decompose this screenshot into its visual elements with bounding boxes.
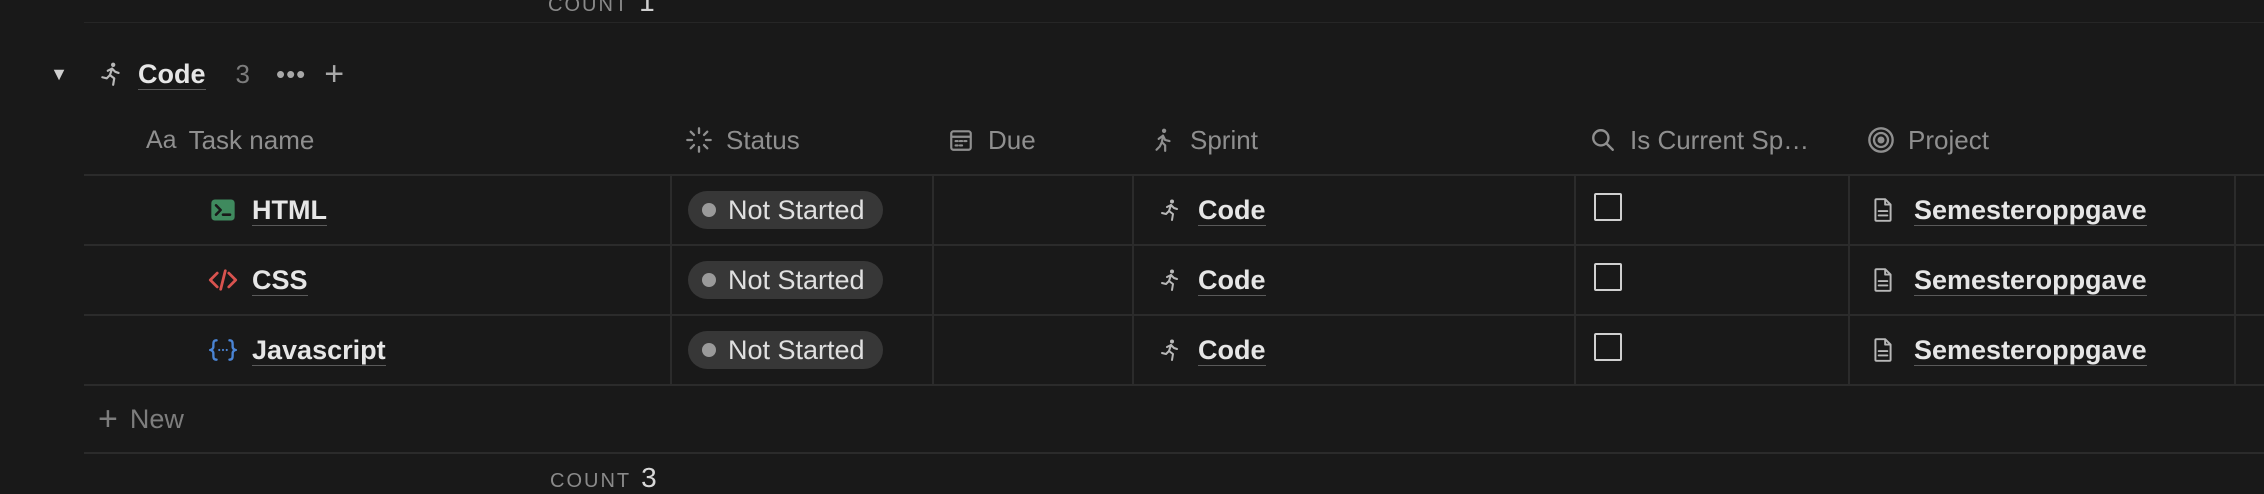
- status-dot: [702, 343, 716, 357]
- task-table: Aa Task name Status Due Sprint Is Curren…: [84, 106, 2264, 454]
- overflow-cell: [2236, 316, 2264, 384]
- runner-icon: [1148, 125, 1178, 155]
- runner-icon: [1156, 196, 1184, 224]
- collapse-toggle-icon[interactable]: ▼: [48, 63, 70, 85]
- calendar-icon: [946, 125, 976, 155]
- is-current-sprint-cell[interactable]: [1576, 316, 1850, 384]
- sprint-link[interactable]: Code: [1198, 265, 1266, 296]
- due-cell[interactable]: [934, 176, 1134, 244]
- status-dot: [702, 273, 716, 287]
- column-header-status[interactable]: Status: [672, 106, 934, 174]
- project-link[interactable]: Semesteroppgave: [1914, 265, 2147, 296]
- table-header: Aa Task name Status Due Sprint Is Curren…: [84, 106, 2264, 176]
- current-sprint-checkbox[interactable]: [1594, 333, 1622, 361]
- target-icon: [1866, 125, 1896, 155]
- runner-icon: [1156, 266, 1184, 294]
- column-label: Sprint: [1190, 124, 1258, 155]
- curly-braces-icon: [208, 335, 238, 365]
- status-badge[interactable]: Not Started: [688, 331, 883, 369]
- previous-count-label: COUNT: [548, 0, 630, 16]
- column-header-is-current-sprint[interactable]: Is Current Sp…: [1576, 106, 1850, 174]
- is-current-sprint-cell[interactable]: [1576, 246, 1850, 314]
- count-label: COUNT: [550, 470, 632, 492]
- task-name-cell[interactable]: CSS: [84, 246, 672, 314]
- document-icon: [1868, 335, 1898, 365]
- code-brackets-icon: [208, 265, 238, 295]
- document-icon: [1868, 265, 1898, 295]
- terminal-icon: [208, 195, 238, 225]
- column-label: Is Current Sp…: [1630, 124, 1810, 155]
- divider: [84, 22, 2264, 23]
- task-name-cell[interactable]: Javascript: [84, 316, 672, 384]
- status-icon: [684, 125, 714, 155]
- sprint-cell[interactable]: Code: [1134, 176, 1576, 244]
- project-cell[interactable]: Semesteroppgave: [1850, 246, 2236, 314]
- sprint-link[interactable]: Code: [1198, 195, 1266, 226]
- project-cell[interactable]: Semesteroppgave: [1850, 176, 2236, 244]
- count-value: 3: [641, 462, 657, 493]
- column-label: Task name: [188, 124, 315, 155]
- project-link[interactable]: Semesteroppgave: [1914, 195, 2147, 226]
- current-sprint-checkbox[interactable]: [1594, 263, 1622, 291]
- add-item-icon[interactable]: +: [324, 57, 344, 91]
- more-options-icon[interactable]: •••: [276, 59, 306, 90]
- table-row[interactable]: CSS Not Started Code Semesteroppgave: [84, 246, 2264, 316]
- group-header: ▼ Code 3 ••• +: [48, 52, 344, 96]
- table-row[interactable]: HTML Not Started Code Semesteroppgave: [84, 176, 2264, 246]
- column-label: Due: [988, 124, 1036, 155]
- overflow-cell: [2236, 246, 2264, 314]
- sprint-cell[interactable]: Code: [1134, 246, 1576, 314]
- group-count-footer[interactable]: COUNT 3: [550, 462, 657, 494]
- status-cell[interactable]: Not Started: [672, 316, 934, 384]
- status-label: Not Started: [728, 194, 865, 225]
- overflow-cell: [2236, 176, 2264, 244]
- column-label: Project: [1908, 124, 1989, 155]
- task-name[interactable]: Javascript: [252, 335, 386, 366]
- search-icon: [1588, 125, 1618, 155]
- plus-icon: +: [98, 399, 118, 438]
- due-cell[interactable]: [934, 246, 1134, 314]
- sprint-link[interactable]: Code: [1198, 335, 1266, 366]
- document-icon: [1868, 195, 1898, 225]
- sprint-cell[interactable]: Code: [1134, 316, 1576, 384]
- previous-group-count: COUNT 1: [548, 0, 655, 18]
- text-type-icon: Aa: [146, 125, 177, 154]
- runner-icon: [1156, 336, 1184, 364]
- column-header-due[interactable]: Due: [934, 106, 1134, 174]
- column-overflow: [2236, 106, 2264, 174]
- status-label: Not Started: [728, 264, 865, 295]
- column-header-project[interactable]: Project: [1850, 106, 2236, 174]
- column-header-task-name[interactable]: Aa Task name: [84, 106, 672, 174]
- column-label: Status: [726, 124, 800, 155]
- is-current-sprint-cell[interactable]: [1576, 176, 1850, 244]
- new-row-label: New: [129, 403, 184, 434]
- status-cell[interactable]: Not Started: [672, 246, 934, 314]
- previous-count-value: 1: [639, 0, 655, 17]
- task-name[interactable]: HTML: [252, 195, 327, 226]
- new-row-button[interactable]: + New: [84, 386, 2264, 454]
- project-link[interactable]: Semesteroppgave: [1914, 335, 2147, 366]
- table-row[interactable]: Javascript Not Started Code Semesteroppg…: [84, 316, 2264, 386]
- group-count: 3: [235, 58, 250, 89]
- task-name-cell[interactable]: HTML: [84, 176, 672, 244]
- runner-icon: [96, 59, 126, 89]
- status-cell[interactable]: Not Started: [672, 176, 934, 244]
- group-title[interactable]: Code: [138, 59, 206, 90]
- status-dot: [702, 203, 716, 217]
- status-label: Not Started: [728, 334, 865, 365]
- column-header-sprint[interactable]: Sprint: [1134, 106, 1576, 174]
- task-name[interactable]: CSS: [252, 265, 308, 296]
- current-sprint-checkbox[interactable]: [1594, 193, 1622, 221]
- project-cell[interactable]: Semesteroppgave: [1850, 316, 2236, 384]
- status-badge[interactable]: Not Started: [688, 191, 883, 229]
- due-cell[interactable]: [934, 316, 1134, 384]
- status-badge[interactable]: Not Started: [688, 261, 883, 299]
